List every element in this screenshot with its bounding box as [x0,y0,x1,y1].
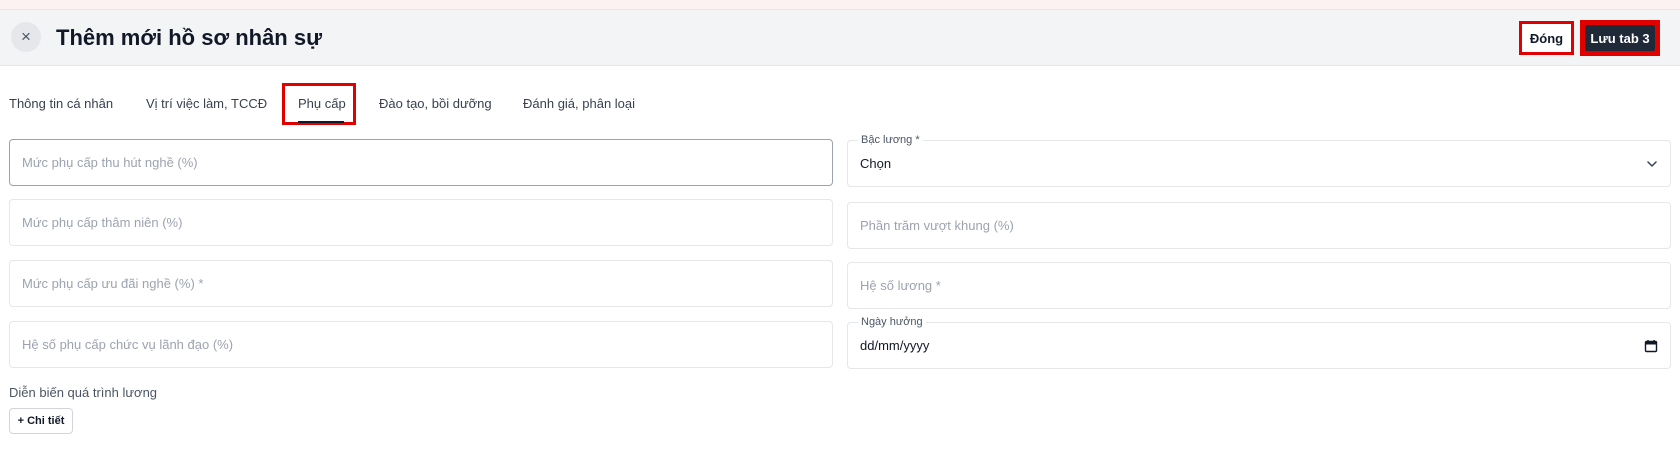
salary-coefficient-input[interactable]: Hệ số lương * [847,262,1671,309]
salary-grade-select[interactable]: Bậc lương * Chọn [847,133,1671,187]
save-tab-button[interactable]: Lưu tab 3 [1580,20,1660,56]
page-title: Thêm mới hồ sơ nhân sự [56,25,323,50]
calendar-icon[interactable] [1644,339,1658,353]
preferential-allowance-placeholder: Mức phụ cấp ưu đãi nghề (%) * [22,276,204,291]
add-detail-button[interactable]: + Chi tiết [9,408,73,434]
tab-active-indicator [298,121,344,123]
over-frame-percent-input[interactable]: Phần trăm vượt khung (%) [847,202,1671,249]
salary-grade-value: Chọn [860,156,892,171]
tab-job-position[interactable]: Vị trí việc làm, TCCĐ [146,96,267,112]
top-strip [0,0,1680,10]
effective-date-value: dd/mm/yyyy [860,338,930,353]
effective-date-input[interactable]: Ngày hưởng dd/mm/yyyy [847,315,1671,369]
close-button[interactable]: Đóng [1519,21,1574,55]
tab-personal-info[interactable]: Thông tin cá nhân [9,96,113,112]
chevron-down-icon [1647,160,1657,167]
tab-evaluation[interactable]: Đánh giá, phân loại [523,96,635,112]
preferential-allowance-input[interactable]: Mức phụ cấp ưu đãi nghề (%) * [9,260,833,307]
leadership-allowance-input[interactable]: Hệ số phụ cấp chức vụ lãnh đạo (%) [9,321,833,368]
save-tab-button-label: Lưu tab 3 [1585,25,1655,51]
attraction-allowance-placeholder: Mức phụ cấp thu hút nghề (%) [22,155,198,170]
salary-history-label: Diễn biến quá trình lương [9,385,158,400]
over-frame-percent-placeholder: Phần trăm vượt khung (%) [860,218,1014,233]
salary-coefficient-placeholder: Hệ số lương * [860,278,941,293]
seniority-allowance-input[interactable]: Mức phụ cấp thâm niên (%) [9,199,833,246]
tab-allowance-highlight [282,83,356,125]
page-header: × Thêm mới hồ sơ nhân sự Đóng Lưu tab 3 [0,10,1680,66]
seniority-allowance-placeholder: Mức phụ cấp thâm niên (%) [22,215,183,230]
close-icon[interactable]: × [11,22,41,52]
attraction-allowance-input[interactable]: Mức phụ cấp thu hút nghề (%) [9,139,833,186]
tab-training[interactable]: Đào tạo, bồi dưỡng [379,96,492,112]
leadership-allowance-placeholder: Hệ số phụ cấp chức vụ lãnh đạo (%) [22,337,234,352]
